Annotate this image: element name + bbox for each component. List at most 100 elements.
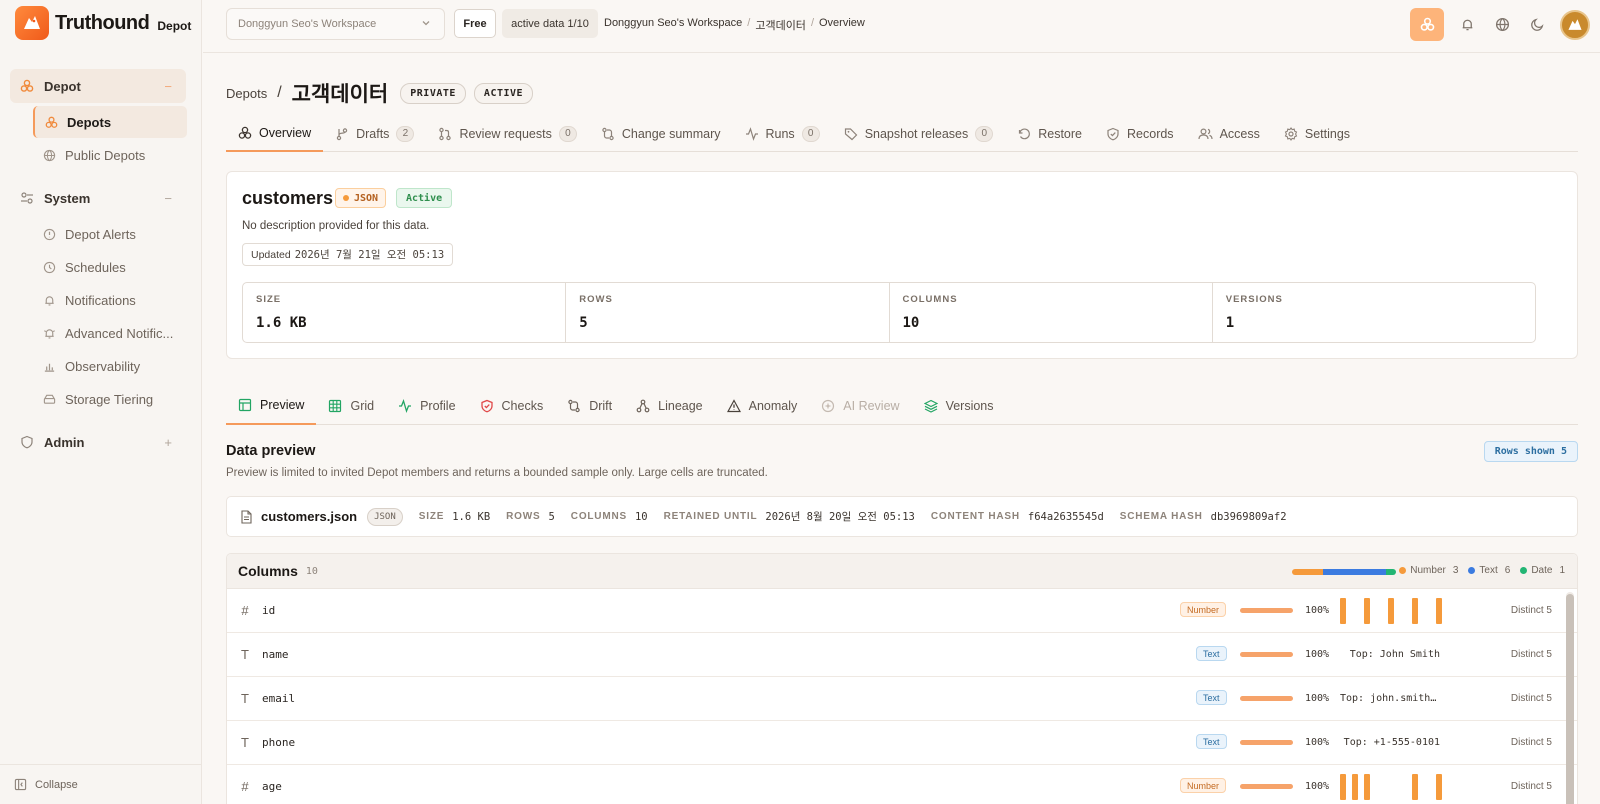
sidebar-section-depot[interactable]: Depot − xyxy=(10,69,186,103)
section-description: Preview is limited to invited Depot memb… xyxy=(226,467,768,479)
sidebar-section-label: Depot xyxy=(44,78,81,94)
depot-quick-button[interactable] xyxy=(1410,8,1444,41)
tab-snapshot-releases[interactable]: Snapshot releases 0 xyxy=(832,115,1006,152)
sidebar-item-observability[interactable]: Observability xyxy=(33,350,187,382)
status-badge: ACTIVE xyxy=(473,82,534,104)
column-row[interactable]: # id Number 100% Distinct 5 xyxy=(227,589,1577,633)
column-row[interactable]: # age Number 100% Distinct 5 xyxy=(227,765,1577,804)
sidebar-item-storage-tiering[interactable]: Storage Tiering xyxy=(33,383,187,415)
number-type-icon: # xyxy=(241,779,249,794)
legend-dot-icon xyxy=(1468,567,1476,574)
tab-records[interactable]: Records xyxy=(1094,115,1186,152)
tab-change-summary[interactable]: Change summary xyxy=(589,115,733,152)
dataset-summary-card: customers JSON Active No description pro… xyxy=(226,171,1578,359)
column-row[interactable]: T phone Text 100% Top: +1-555-0101 Disti… xyxy=(227,721,1577,765)
tab-drafts[interactable]: Drafts 2 xyxy=(323,115,426,152)
sidebar-section-system[interactable]: System − xyxy=(10,181,186,215)
breadcrumb-workspace[interactable]: Donggyun Seo's Workspace xyxy=(604,17,742,33)
tab-anomaly[interactable]: Anomaly xyxy=(715,387,810,425)
completeness-value: 100% xyxy=(1305,781,1330,792)
file-icon xyxy=(240,509,253,524)
sidebar-item-advanced-notifications[interactable]: Advanced Notific... xyxy=(33,317,187,349)
tab-preview[interactable]: Preview xyxy=(226,387,317,425)
breadcrumb-depot[interactable]: 고객데이터 xyxy=(755,17,806,33)
columns-scrollbar-thumb[interactable] xyxy=(1566,594,1574,804)
tab-label: Overview xyxy=(259,125,312,140)
text-type-icon: T xyxy=(241,735,249,750)
sidebar-item-notifications[interactable]: Notifications xyxy=(33,284,187,316)
sidebar-item-label: Advanced Notific... xyxy=(65,325,174,341)
column-type-badge: Number xyxy=(1180,602,1227,617)
tab-checks[interactable]: Checks xyxy=(468,387,556,425)
page-title: 고객데이터 xyxy=(291,83,389,106)
columns-header: Columns 10 Number 3 Text 6 Date 1 xyxy=(227,554,1577,589)
file-meta-value: 10 xyxy=(634,510,648,523)
stat-value: 5 xyxy=(579,315,588,331)
column-type-badge: Text xyxy=(1196,646,1227,661)
shield-check-icon xyxy=(1106,127,1120,141)
tab-label: Lineage xyxy=(658,399,703,413)
tab-review-requests[interactable]: Review requests 0 xyxy=(426,115,588,152)
collapse-toggle-icon[interactable]: − xyxy=(164,191,172,206)
file-meta-key: SIZE xyxy=(418,511,445,522)
breadcrumb-separator: / xyxy=(747,17,751,29)
layers-icon xyxy=(238,126,252,140)
collapse-sidebar-button[interactable]: Collapse xyxy=(0,764,202,804)
tab-overview[interactable]: Overview xyxy=(226,115,324,152)
language-button[interactable] xyxy=(1490,8,1514,41)
sidebar-item-label: Storage Tiering xyxy=(65,391,154,407)
file-meta-key: SCHEMA HASH xyxy=(1119,511,1203,522)
tab-drift[interactable]: Drift xyxy=(555,387,624,425)
expand-toggle-icon[interactable]: + xyxy=(164,435,172,450)
tab-versions[interactable]: Versions xyxy=(912,387,1006,425)
column-row[interactable]: T name Text 100% Top: John Smith Distinc… xyxy=(227,633,1577,677)
tab-runs[interactable]: Runs 0 xyxy=(733,115,832,152)
collapse-toggle-icon[interactable]: − xyxy=(164,79,172,94)
histogram-bar xyxy=(1412,598,1418,624)
value-histogram xyxy=(1340,774,1442,800)
layers-stack-icon xyxy=(923,399,938,413)
brand-logo[interactable]: Truthound Depot xyxy=(15,6,191,40)
tab-grid[interactable]: Grid xyxy=(316,387,386,425)
sidebar-item-depots[interactable]: Depots xyxy=(33,106,187,138)
distinct-count: Distinct 5 xyxy=(1510,649,1552,660)
moon-icon xyxy=(1530,17,1545,32)
tab-access[interactable]: Access xyxy=(1186,115,1272,152)
breadcrumb: Donggyun Seo's Workspace / 고객데이터 / Overv… xyxy=(604,17,865,33)
tab-profile[interactable]: Profile xyxy=(386,387,467,425)
theme-toggle-button[interactable] xyxy=(1525,8,1549,41)
distinct-count: Distinct 5 xyxy=(1510,781,1552,792)
tab-settings[interactable]: Settings xyxy=(1272,115,1362,152)
distinct-count: Distinct 5 xyxy=(1510,737,1552,748)
column-row[interactable]: T email Text 100% Top: john.smith@… Dist… xyxy=(227,677,1577,721)
sidebar-item-depot-alerts[interactable]: Depot Alerts xyxy=(33,218,187,250)
text-type-icon: T xyxy=(241,691,249,706)
columns-panel: Columns 10 Number 3 Text 6 Date 1 # id Numb… xyxy=(226,553,1578,804)
notifications-button[interactable] xyxy=(1455,8,1479,41)
tab-label: Anomaly xyxy=(748,399,798,413)
tab-lineage[interactable]: Lineage xyxy=(624,387,715,425)
alert-triangle-icon xyxy=(726,399,741,413)
histogram-bar xyxy=(1364,598,1370,624)
column-type-badge: Text xyxy=(1196,690,1227,705)
tab-restore[interactable]: Restore xyxy=(1005,115,1094,152)
stat-label: SIZE xyxy=(256,294,282,305)
histogram-bar xyxy=(1436,774,1442,800)
sidebar-section-admin[interactable]: Admin + xyxy=(10,425,186,459)
file-meta-key: ROWS xyxy=(506,511,541,522)
updated-value: 2026년 7월 21일 오전 05:13 xyxy=(294,249,445,261)
sidebar-item-public-depots[interactable]: Public Depots xyxy=(33,139,187,171)
value-histogram xyxy=(1340,598,1442,624)
sidebar-item-schedules[interactable]: Schedules xyxy=(33,251,187,283)
depots-link[interactable]: Depots xyxy=(226,86,267,101)
tab-ai-review[interactable]: AI Review xyxy=(809,387,911,425)
workspace-select[interactable]: Donggyun Seo's Workspace xyxy=(226,8,445,40)
sidebar-item-label: Depot Alerts xyxy=(65,226,136,242)
tab-label: Checks xyxy=(501,399,544,413)
type-segment-text xyxy=(1323,569,1386,575)
user-avatar[interactable] xyxy=(1560,9,1590,40)
users-icon xyxy=(1197,127,1213,141)
histogram-bar xyxy=(1352,774,1358,800)
plan-badge[interactable]: Free xyxy=(454,9,496,38)
completeness-value: 100% xyxy=(1305,737,1330,748)
